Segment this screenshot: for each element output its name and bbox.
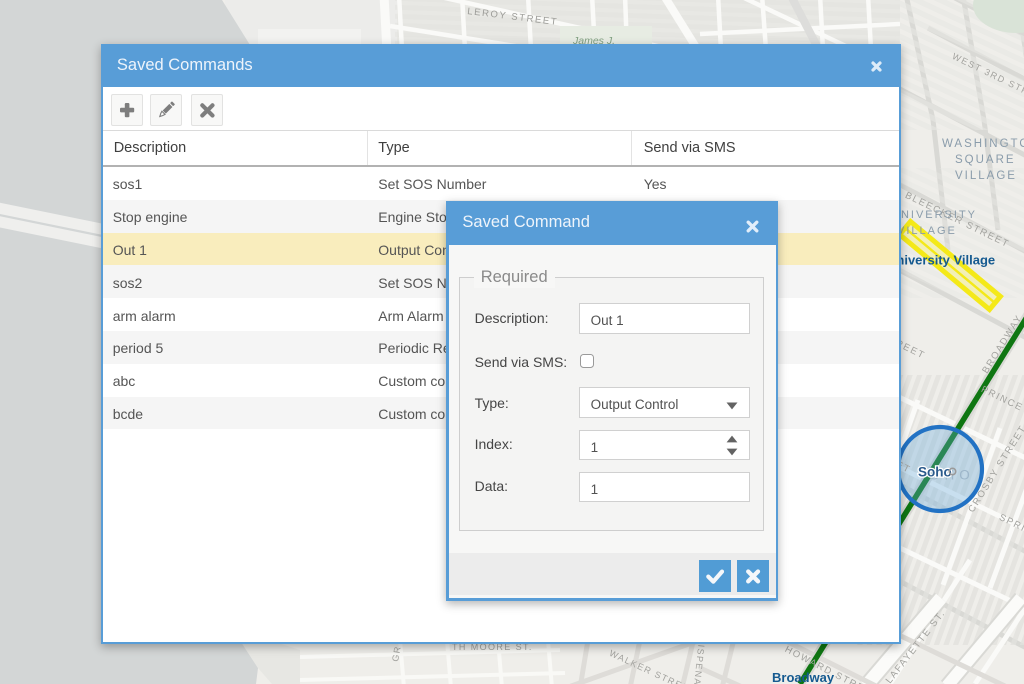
svg-text:Soho: Soho xyxy=(918,465,952,480)
svg-text:WASHINGTON: WASHINGTON xyxy=(942,138,1024,150)
svg-text:University Village: University Village xyxy=(887,253,995,268)
svg-text:Broadway: Broadway xyxy=(772,670,835,684)
svg-text:VILLAGE: VILLAGE xyxy=(897,225,957,237)
svg-text:UNIVERSITY: UNIVERSITY xyxy=(891,209,977,221)
svg-text:VILLAGE: VILLAGE xyxy=(955,170,1017,182)
svg-text:SQUARE: SQUARE xyxy=(955,154,1016,166)
